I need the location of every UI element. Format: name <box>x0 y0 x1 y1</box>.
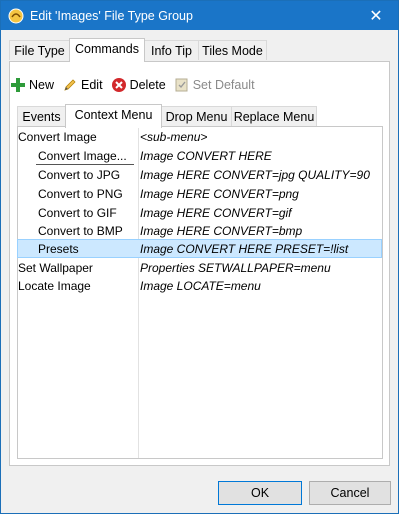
set-default-icon <box>175 78 188 92</box>
list-item-selected[interactable]: Presets Image CONVERT HERE PRESET=!list <box>17 239 382 258</box>
row-command: Image LOCATE=menu <box>140 279 261 293</box>
delete-label: Delete <box>129 78 166 92</box>
pencil-icon <box>64 79 76 91</box>
close-button[interactable]: ✕ <box>354 1 398 30</box>
row-name: Convert to GIF <box>38 206 117 220</box>
delete-button[interactable]: Delete <box>111 77 166 93</box>
row-name: Convert to JPG <box>38 168 121 182</box>
tab-events[interactable]: Events <box>17 106 66 126</box>
row-command: Image CONVERT HERE <box>140 149 272 163</box>
list-item[interactable]: Convert to GIF Image HERE CONVERT=gif <box>18 204 382 222</box>
dialog-window: Edit 'Images' File Type Group ✕ File Typ… <box>0 0 399 514</box>
tab-context-menu[interactable]: Context Menu <box>65 104 162 128</box>
ok-button[interactable]: OK <box>218 481 302 505</box>
row-name: Set Wallpaper <box>18 261 93 275</box>
tab-file-type[interactable]: File Type <box>9 40 70 60</box>
delete-icon <box>111 78 126 92</box>
row-name: Locate Image <box>18 279 91 293</box>
plus-icon <box>11 78 25 92</box>
set-default-button[interactable]: Set Default <box>174 77 255 93</box>
toolbar: New Edit Delete Set Default <box>10 75 263 95</box>
row-name: Convert to BMP <box>38 224 123 238</box>
app-icon <box>8 8 24 23</box>
row-command: Image CONVERT HERE PRESET=!list <box>140 242 349 256</box>
list-item[interactable]: Convert to JPG Image HERE CONVERT=jpg QU… <box>18 166 382 184</box>
list-item[interactable]: Convert Image... Image CONVERT HERE <box>18 147 382 165</box>
row-name: Convert Image <box>18 130 97 144</box>
list-item[interactable]: Convert to PNG Image HERE CONVERT=png <box>18 185 382 203</box>
row-command: Image HERE CONVERT=bmp <box>140 224 303 238</box>
row-command: Image HERE CONVERT=gif <box>140 206 292 220</box>
row-name: Presets <box>38 242 79 256</box>
row-command: Image HERE CONVERT=png <box>140 187 299 201</box>
window-title: Edit 'Images' File Type Group <box>30 8 193 23</box>
edit-button[interactable]: Edit <box>62 77 103 93</box>
new-button[interactable]: New <box>10 77 54 93</box>
list-item[interactable]: Set Wallpaper Properties SETWALLPAPER=me… <box>18 259 382 277</box>
row-command: Properties SETWALLPAPER=menu <box>140 261 331 275</box>
tab-replace-menu[interactable]: Replace Menu <box>231 106 317 126</box>
new-label: New <box>29 78 55 92</box>
close-icon: ✕ <box>369 7 383 25</box>
row-command: Image HERE CONVERT=jpg QUALITY=90 <box>140 168 370 182</box>
list-item[interactable]: Locate Image Image LOCATE=menu <box>18 277 382 295</box>
list-item[interactable]: Convert to BMP Image HERE CONVERT=bmp <box>18 222 382 240</box>
row-name: Convert Image... <box>38 149 127 163</box>
tab-drop-menu[interactable]: Drop Menu <box>161 106 232 126</box>
tab-commands[interactable]: Commands <box>69 38 145 62</box>
row-name: Convert to PNG <box>38 187 123 201</box>
separator-line <box>36 164 134 165</box>
tab-info-tip[interactable]: Info Tip <box>144 40 199 60</box>
edit-label: Edit <box>81 78 103 92</box>
list-item[interactable]: Convert Image <sub-menu> <box>18 128 382 146</box>
cancel-button[interactable]: Cancel <box>309 481 391 505</box>
title-bar[interactable]: Edit 'Images' File Type Group ✕ <box>1 1 398 30</box>
set-default-label: Set Default <box>192 78 255 92</box>
tab-tiles-mode[interactable]: Tiles Mode <box>198 40 267 60</box>
row-command: <sub-menu> <box>140 130 208 144</box>
